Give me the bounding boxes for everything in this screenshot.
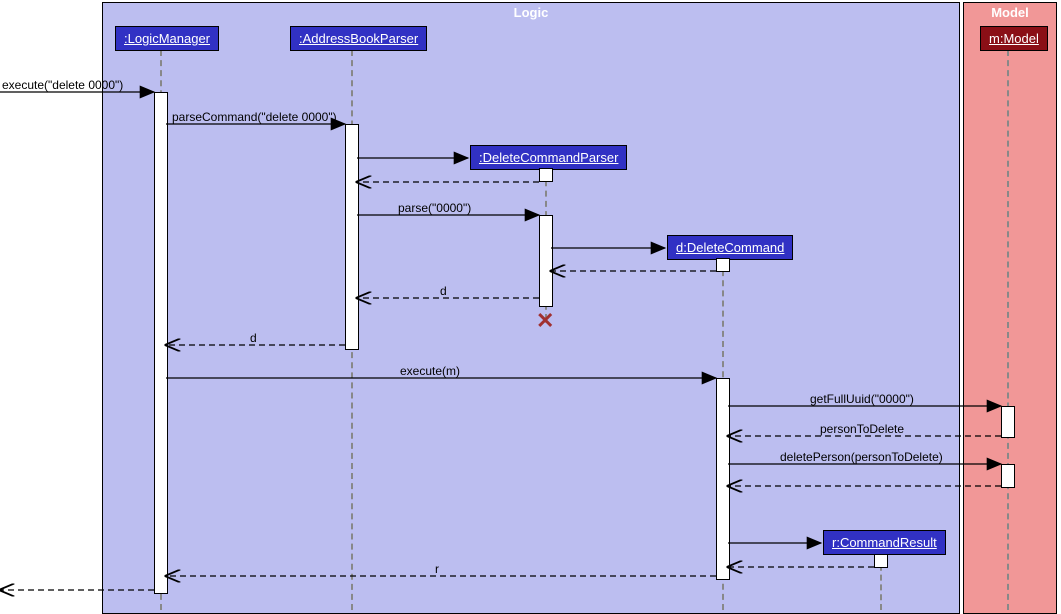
msg-execute: execute("delete 0000") [2,78,123,92]
msg-persontodelete: personToDelete [820,422,904,436]
msg-return-d1: d [440,284,447,298]
msg-parsecommand: parseCommand("delete 0000") [172,110,337,124]
msg-parse: parse("0000") [398,201,471,215]
msg-return-r: r [435,562,439,576]
msg-deleteperson: deletePerson(personToDelete) [780,450,943,464]
msg-getfulluuid: getFullUuid("0000") [810,392,914,406]
msg-return-d2: d [250,331,257,345]
sequence-arrows [0,0,1061,614]
msg-execute-m: execute(m) [400,364,460,378]
